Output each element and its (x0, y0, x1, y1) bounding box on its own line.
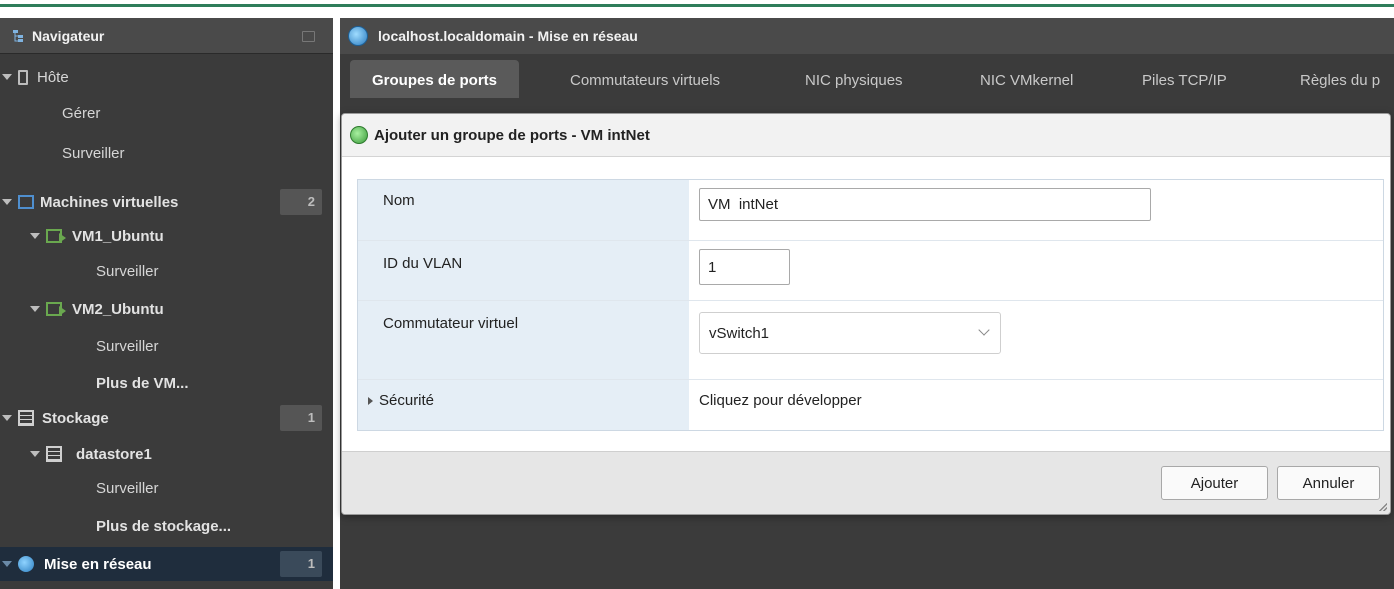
form-row-vlan: ID du VLAN (358, 241, 1383, 301)
nav-item-networking[interactable]: Mise en réseau 1 (0, 547, 333, 581)
nav-item-label: Surveiller (96, 479, 159, 497)
tab-bar: Groupes de ports Commutateurs virtuels N… (340, 60, 1394, 98)
nav-item-storage[interactable]: Stockage 1 (0, 401, 333, 435)
expand-arrow-icon[interactable] (30, 451, 40, 457)
form-row-security[interactable]: Sécurité Cliquez pour développer (358, 380, 1383, 430)
nav-item-more-storage[interactable]: Plus de stockage... (0, 509, 333, 543)
dialog-header: Ajouter un groupe de ports - VM intNet (342, 114, 1390, 157)
name-label: Nom (358, 180, 689, 240)
tab-physical-nics[interactable]: NIC physiques (805, 60, 903, 98)
port-group-form: Nom ID du VLAN Commutateur virtuel vSwit… (357, 179, 1384, 431)
expand-arrow-icon[interactable] (2, 74, 12, 80)
nav-item-label: Hôte (37, 68, 69, 86)
expand-arrow-icon[interactable] (30, 306, 40, 312)
add-button[interactable]: Ajouter (1161, 466, 1268, 500)
expand-arrow-icon[interactable] (2, 561, 12, 567)
nav-item-vm1[interactable]: VM1_Ubuntu (0, 219, 333, 253)
vlan-id-label: ID du VLAN (358, 241, 689, 300)
expand-arrow-icon[interactable] (2, 415, 12, 421)
vm-running-icon (46, 229, 66, 243)
vm-running-icon (46, 302, 66, 316)
tab-vmkernel-nics[interactable]: NIC VMkernel (980, 60, 1073, 98)
navigator-header: Navigateur (0, 18, 333, 54)
nav-item-datastore1[interactable]: datastore1 (0, 437, 333, 471)
dialog-title: Ajouter un groupe de ports - VM intNet (374, 126, 650, 144)
count-badge: 2 (280, 189, 322, 215)
virtual-switch-label: Commutateur virtuel (358, 301, 689, 379)
top-accent-strip (0, 0, 1394, 7)
network-globe-icon (348, 26, 368, 46)
resize-grip-icon[interactable] (1379, 503, 1387, 511)
nav-item-label: Surveiller (96, 337, 159, 355)
nav-item-label: datastore1 (76, 445, 152, 463)
tab-virtual-switches[interactable]: Commutateurs virtuels (570, 60, 720, 98)
tab-port-groups[interactable]: Groupes de ports (350, 60, 520, 98)
nav-item-label: Plus de VM... (96, 374, 189, 392)
navigator-title: Navigateur (32, 27, 105, 44)
nav-item-label: VM1_Ubuntu (72, 227, 164, 245)
add-port-group-dialog: Ajouter un groupe de ports - VM intNet N… (341, 113, 1391, 515)
virtual-switch-select[interactable]: vSwitch1 (699, 312, 1001, 354)
virtual-switch-value: vSwitch1 (709, 325, 770, 342)
nav-item-label: Gérer (62, 104, 101, 122)
form-row-vswitch: Commutateur virtuel vSwitch1 (358, 301, 1383, 380)
nav-item-label: Surveiller (62, 144, 125, 162)
security-expand-link[interactable]: Cliquez pour développer (689, 380, 1383, 430)
expand-arrow-icon[interactable] (30, 233, 40, 239)
virtual-machines-icon (18, 195, 34, 209)
navigator-icon (12, 29, 26, 43)
tab-tcpip-stacks[interactable]: Piles TCP/IP (1142, 60, 1227, 98)
form-row-name: Nom (358, 180, 1383, 241)
collapse-panel-icon[interactable] (302, 31, 315, 42)
expand-arrow-icon[interactable] (368, 397, 373, 405)
nav-item-vm2[interactable]: VM2_Ubuntu (0, 292, 333, 326)
nav-item-label: Surveiller (96, 262, 159, 280)
nav-item-label: Machines virtuelles (40, 193, 179, 211)
security-toggle[interactable]: Sécurité (358, 380, 689, 430)
main-header: localhost.localdomain - Mise en réseau (340, 18, 1394, 54)
dialog-footer: Ajouter Annuler (342, 451, 1390, 514)
nav-item-label: Plus de stockage... (96, 517, 232, 535)
nav-item-virtual-machines[interactable]: Machines virtuelles 2 (0, 185, 333, 219)
page-title: localhost.localdomain - Mise en réseau (378, 28, 638, 44)
datastore-icon (46, 446, 62, 462)
nav-item-label: Mise en réseau (44, 555, 152, 573)
count-badge: 1 (280, 551, 322, 577)
nav-item-host-monitor[interactable]: Surveiller (0, 136, 333, 170)
storage-icon (18, 410, 34, 426)
tab-firewall-rules[interactable]: Règles du p (1300, 60, 1380, 98)
nav-item-host[interactable]: Hôte (0, 60, 333, 94)
security-label: Sécurité (379, 392, 435, 409)
network-globe-icon (18, 556, 34, 572)
vlan-id-field[interactable] (699, 249, 790, 285)
cancel-button[interactable]: Annuler (1277, 466, 1380, 500)
nav-item-datastore-monitor[interactable]: Surveiller (0, 471, 333, 505)
nav-item-vm2-monitor[interactable]: Surveiller (0, 329, 333, 363)
expand-arrow-icon[interactable] (2, 199, 12, 205)
add-network-icon (350, 126, 368, 144)
host-icon (18, 69, 28, 85)
count-badge: 1 (280, 405, 322, 431)
name-field[interactable] (699, 188, 1151, 221)
nav-item-label: VM2_Ubuntu (72, 300, 164, 318)
nav-item-more-vms[interactable]: Plus de VM... (0, 366, 333, 400)
chevron-down-icon (978, 324, 990, 336)
navigator-panel: Navigateur Hôte Gérer Surveiller Machine… (0, 18, 333, 589)
nav-item-vm1-monitor[interactable]: Surveiller (0, 254, 333, 288)
nav-item-label: Stockage (42, 409, 109, 427)
nav-item-host-manage[interactable]: Gérer (0, 96, 333, 130)
